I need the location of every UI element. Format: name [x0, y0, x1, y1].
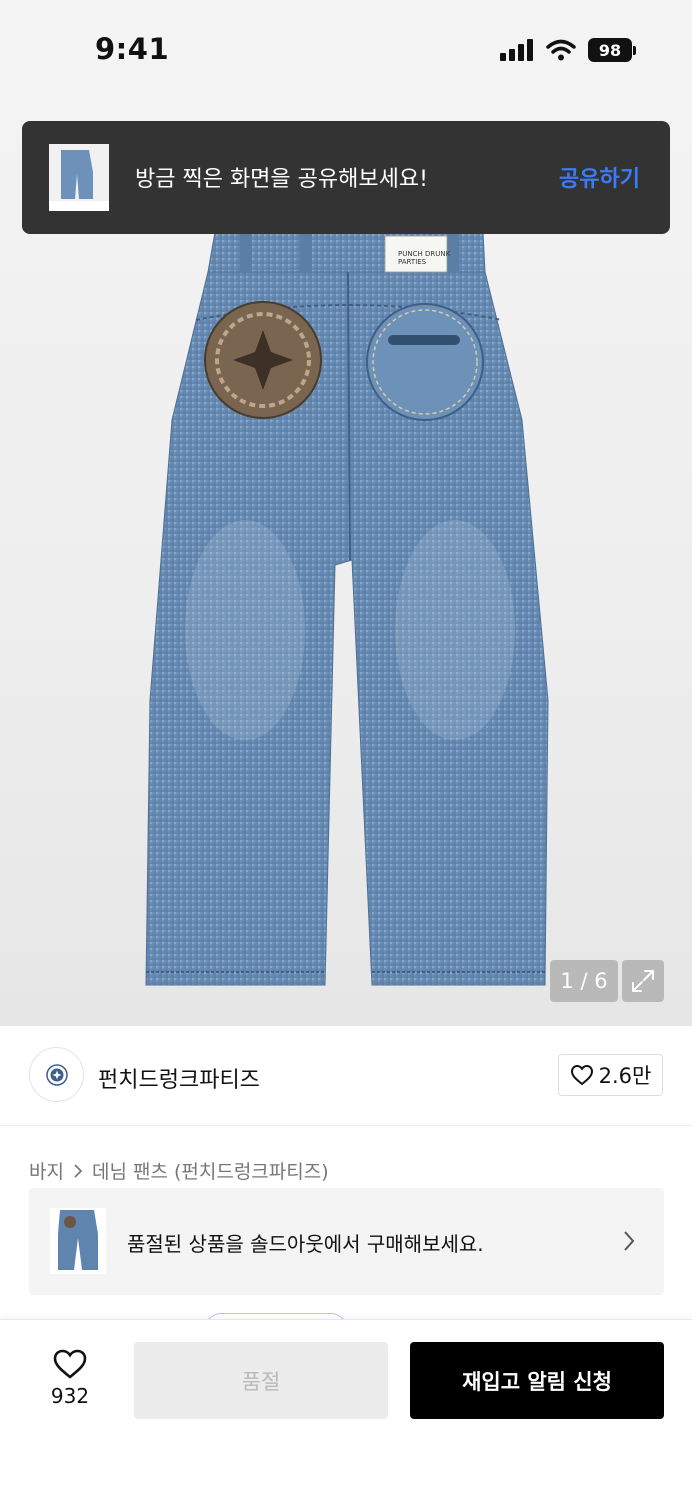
- chevron-right-icon: [624, 1231, 635, 1251]
- share-toast: 방금 찍은 화면을 공유해보세요! 공유하기: [22, 121, 670, 234]
- brand-name[interactable]: 펀치드렁크파티즈: [98, 1062, 260, 1094]
- status-icons: 98: [500, 38, 636, 62]
- restock-alert-button[interactable]: 재입고 알림 신청: [410, 1342, 664, 1419]
- brand-like-count: 2.6만: [598, 1064, 652, 1088]
- breadcrumb-category[interactable]: 바지: [29, 1157, 64, 1184]
- wishlist-count: 932: [50, 1384, 90, 1408]
- status-time: 9:41: [95, 32, 170, 66]
- screenshot-thumbnail[interactable]: [49, 144, 109, 211]
- signal-icon: [500, 39, 533, 61]
- image-counter-badge: 1 / 6: [550, 960, 618, 1002]
- share-button[interactable]: 공유하기: [559, 161, 640, 193]
- soldout-button: 품절: [134, 1342, 388, 1419]
- breadcrumb-subcategory[interactable]: 데님 팬츠 (펀치드렁크파티즈): [92, 1157, 329, 1184]
- soldout-banner-text: 품절된 상품을 솔드아웃에서 구매해보세요.: [127, 1232, 484, 1256]
- battery-icon: 98: [588, 38, 636, 62]
- battery-level: 98: [588, 38, 632, 62]
- heart-icon: [570, 1064, 593, 1086]
- svg-text:PUNCH DRUNK: PUNCH DRUNK: [398, 250, 451, 258]
- expand-icon: [632, 970, 654, 992]
- bottom-action-bar: 932 품절 재입고 알림 신청: [0, 1319, 692, 1500]
- expand-image-button[interactable]: [622, 960, 664, 1002]
- breadcrumb: 바지 데님 팬츠 (펀치드렁크파티즈): [29, 1157, 329, 1184]
- heart-icon: [53, 1349, 87, 1379]
- wishlist-button[interactable]: 932: [40, 1348, 100, 1412]
- brand-like-button[interactable]: 2.6만: [558, 1054, 663, 1096]
- brand-row: 펀치드렁크파티즈 2.6만: [0, 1026, 692, 1126]
- soldout-banner[interactable]: 품절된 상품을 솔드아웃에서 구매해보세요.: [29, 1188, 664, 1295]
- soldout-product-thumbnail: [50, 1208, 106, 1274]
- svg-text:PARTIES: PARTIES: [398, 258, 427, 266]
- status-bar: 9:41 98: [0, 0, 692, 100]
- toast-message: 방금 찍은 화면을 공유해보세요!: [135, 167, 428, 192]
- wifi-icon: [546, 39, 576, 61]
- brand-logo[interactable]: [29, 1047, 84, 1102]
- chevron-right-icon: [74, 1163, 83, 1178]
